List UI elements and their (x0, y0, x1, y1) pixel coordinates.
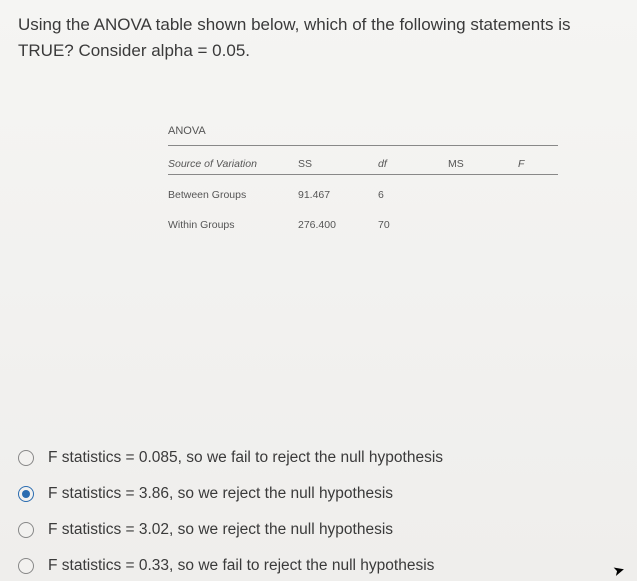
header-f: F (518, 158, 548, 170)
option-2[interactable]: F statistics = 3.86, so we reject the nu… (18, 485, 619, 503)
radio-icon (18, 522, 34, 538)
cell-df: 6 (378, 189, 448, 201)
cell-df: 70 (378, 219, 448, 231)
option-1[interactable]: F statistics = 0.085, so we fail to reje… (18, 449, 619, 467)
options-group: F statistics = 0.085, so we fail to reje… (18, 449, 619, 575)
question-line-2: TRUE? Consider alpha = 0.05. (18, 41, 250, 60)
radio-icon (18, 450, 34, 466)
cell-ss: 91.467 (298, 189, 378, 201)
header-ms: MS (448, 158, 518, 170)
cell-f (518, 189, 548, 201)
anova-table: ANOVA Source of Variation SS df MS F Bet… (168, 125, 619, 231)
header-df: df (378, 158, 448, 170)
cursor-icon: ➤ (611, 561, 627, 580)
anova-title: ANOVA (168, 125, 619, 141)
cell-ms (448, 189, 518, 201)
anova-header-rule (168, 174, 558, 175)
option-4[interactable]: F statistics = 0.33, so we fail to rejec… (18, 557, 619, 575)
question-text: Using the ANOVA table shown below, which… (18, 12, 619, 65)
option-label: F statistics = 3.86, so we reject the nu… (48, 485, 393, 503)
cell-ss: 276.400 (298, 219, 378, 231)
cell-source: Between Groups (168, 189, 298, 201)
question-line-1: Using the ANOVA table shown below, which… (18, 15, 570, 34)
cell-source: Within Groups (168, 219, 298, 231)
header-source: Source of Variation (168, 158, 298, 170)
header-ss: SS (298, 158, 378, 170)
option-label: F statistics = 0.33, so we fail to rejec… (48, 557, 434, 575)
option-3[interactable]: F statistics = 3.02, so we reject the nu… (18, 521, 619, 539)
cell-ms (448, 219, 518, 231)
anova-title-rule (168, 145, 558, 146)
option-label: F statistics = 3.02, so we reject the nu… (48, 521, 393, 539)
cell-f (518, 219, 548, 231)
option-label: F statistics = 0.085, so we fail to reje… (48, 449, 443, 467)
radio-icon (18, 558, 34, 574)
table-row: Within Groups 276.400 70 (168, 219, 619, 231)
anova-header-row: Source of Variation SS df MS F (168, 158, 619, 170)
table-row: Between Groups 91.467 6 (168, 189, 619, 201)
radio-icon (18, 486, 34, 502)
